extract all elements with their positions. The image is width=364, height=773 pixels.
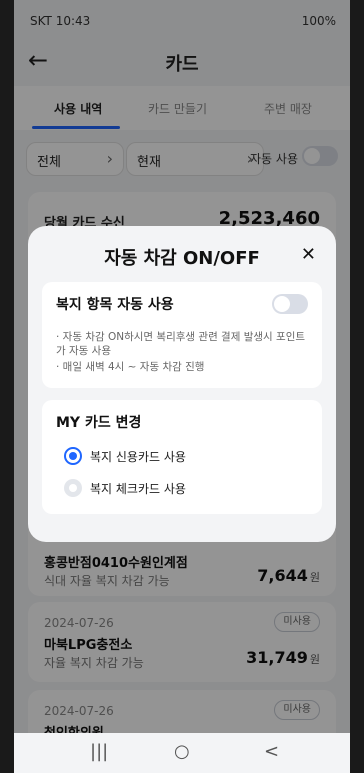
toggle-knob	[274, 296, 290, 312]
back-icon[interactable]: <	[264, 741, 279, 762]
phone-screen: SKT 10:43 100% ← 카드 사용 내역 카드 만들기 주변 매장 전…	[14, 0, 350, 773]
radio-unselected-icon[interactable]	[64, 479, 82, 497]
radio-label: 복지 체크카드 사용	[90, 482, 186, 496]
home-icon[interactable]: ○	[174, 741, 190, 762]
radio-label: 복지 신용카드 사용	[90, 450, 186, 464]
system-nav-bar: ||| ○ <	[14, 733, 350, 773]
welfare-auto-use-toggle[interactable]	[272, 294, 308, 314]
welfare-auto-use-title: 복지 항목 자동 사용	[56, 297, 174, 313]
welfare-auto-use-section: 복지 항목 자동 사용 · 자동 차감 ON하시면 복리후생 관련 결제 발생시…	[42, 282, 322, 388]
welfare-desc-2: · 매일 새벽 4시 ~ 자동 차감 진행	[56, 361, 205, 373]
recent-apps-icon[interactable]: |||	[90, 741, 108, 762]
radio-selected-icon[interactable]	[64, 447, 82, 465]
my-card-title: MY 카드 변경	[56, 415, 142, 431]
radio-credit-card[interactable]: 복지 신용카드 사용	[64, 446, 304, 468]
auto-deduct-modal: 자동 차감 ON/OFF ✕ 복지 항목 자동 사용 · 자동 차감 ON하시면…	[28, 226, 336, 542]
welfare-desc-1: · 자동 차감 ON하시면 복리후생 관련 결제 발생시 포인트가 자동 사용	[56, 331, 306, 357]
my-card-section: MY 카드 변경 복지 신용카드 사용 복지 체크카드 사용	[42, 400, 322, 514]
modal-title: 자동 차감 ON/OFF	[104, 248, 260, 269]
radio-check-card[interactable]: 복지 체크카드 사용	[64, 478, 304, 500]
close-icon[interactable]: ✕	[301, 244, 316, 265]
